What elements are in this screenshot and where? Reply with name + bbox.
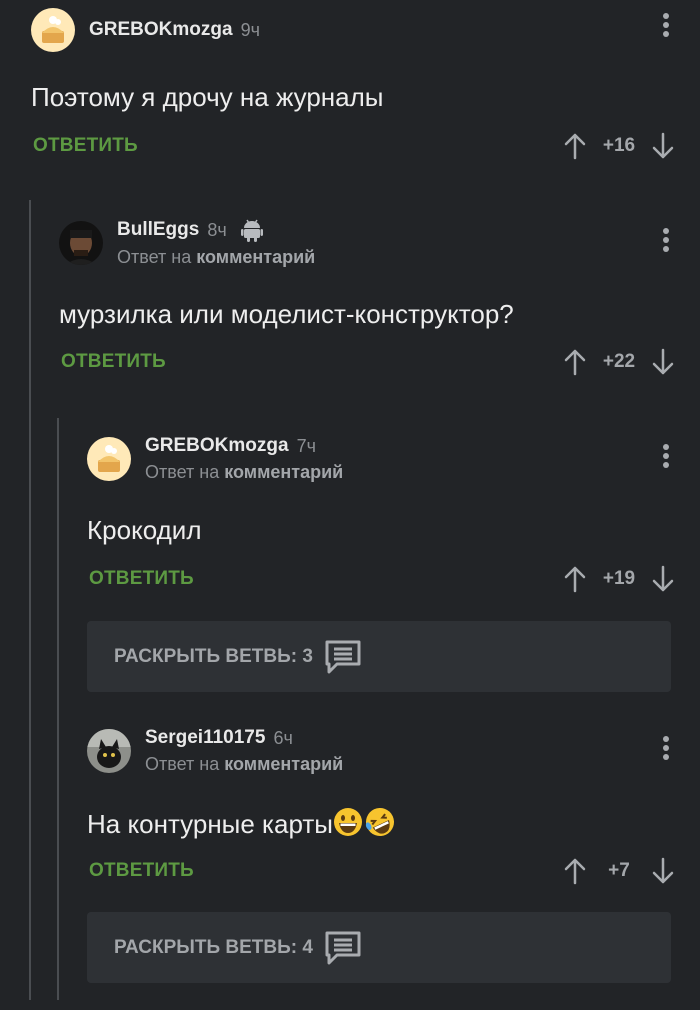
- comment-time: 9ч: [240, 19, 260, 40]
- avatar[interactable]: [87, 437, 131, 481]
- expand-branch-button[interactable]: РАСКРЫТЬ ВЕТВЬ: 3: [87, 621, 671, 692]
- android-icon: [240, 218, 263, 242]
- arrow-down-icon[interactable]: [652, 348, 674, 376]
- score: +16: [602, 135, 636, 156]
- comment-header: BullEggs 8ч Ответ на комментарий: [59, 213, 315, 273]
- comment-text: На контурные карты: [87, 809, 333, 839]
- arrow-down-icon[interactable]: [652, 565, 674, 593]
- thread-line-level-1: [29, 200, 31, 1000]
- reply-button[interactable]: ОТВЕТИТЬ: [89, 860, 194, 882]
- comment-header: GREBOKmozga 7ч Ответ на комментарий: [87, 429, 343, 489]
- arrow-up-icon[interactable]: [564, 132, 586, 160]
- comment-time: 6ч: [273, 727, 293, 748]
- comment-time: 7ч: [296, 435, 316, 456]
- reply-to-link[interactable]: комментарий: [224, 462, 343, 482]
- reply-to-info: Ответ на комментарий: [145, 754, 343, 775]
- more-vertical-icon[interactable]: [662, 13, 670, 37]
- vote-controls: +22: [564, 348, 674, 376]
- username[interactable]: GREBOKmozga: [145, 435, 289, 457]
- username[interactable]: GREBOKmozga: [89, 19, 233, 41]
- reply-to-link[interactable]: комментарий: [196, 247, 315, 267]
- expand-branch-label: РАСКРЫТЬ ВЕТВЬ: 3: [114, 645, 313, 667]
- reply-to-prefix: Ответ на: [117, 247, 192, 267]
- comment-text: Поэтому я дрочу на журналы: [31, 82, 384, 112]
- comment-text-row: На контурные карты: [87, 807, 397, 844]
- arrow-up-icon[interactable]: [564, 565, 586, 593]
- reply-to-info: Ответ на комментарий: [117, 247, 315, 268]
- comment-time: 8ч: [207, 219, 227, 240]
- arrow-up-icon[interactable]: [564, 348, 586, 376]
- comment-actions: ОТВЕТИТЬ +19: [89, 559, 700, 599]
- arrow-up-icon[interactable]: [564, 857, 586, 885]
- username[interactable]: BullEggs: [117, 219, 199, 241]
- comment-actions: ОТВЕТИТЬ +22: [61, 342, 700, 382]
- comment-header: GREBOKmozga 9ч: [31, 0, 260, 60]
- arrow-down-icon[interactable]: [652, 132, 674, 160]
- rolling-on-floor-laughing-emoji: [363, 807, 397, 844]
- more-vertical-icon[interactable]: [662, 444, 670, 468]
- arrow-down-icon[interactable]: [652, 857, 674, 885]
- reply-to-prefix: Ответ на: [145, 462, 220, 482]
- grinning-face-emoji: [333, 807, 363, 844]
- score: +19: [602, 568, 636, 589]
- score: +22: [602, 351, 636, 372]
- comments-icon: [325, 640, 361, 674]
- reply-button[interactable]: ОТВЕТИТЬ: [61, 351, 166, 373]
- vote-controls: +7: [564, 857, 674, 885]
- avatar[interactable]: [59, 221, 103, 265]
- avatar[interactable]: [31, 8, 75, 52]
- more-vertical-icon[interactable]: [662, 736, 670, 760]
- reply-to-info: Ответ на комментарий: [145, 462, 343, 483]
- thread-line-level-2: [57, 418, 59, 1000]
- expand-branch-button[interactable]: РАСКРЫТЬ ВЕТВЬ: 4: [87, 912, 671, 983]
- score: +7: [608, 860, 630, 881]
- comment-actions: ОТВЕТИТЬ +7: [89, 851, 700, 891]
- comment-text: Крокодил: [87, 515, 202, 545]
- comments-icon: [325, 931, 361, 965]
- comment-header: Sergei110175 6ч Ответ на комментарий: [87, 721, 343, 781]
- expand-branch-label: РАСКРЫТЬ ВЕТВЬ: 4: [114, 936, 313, 958]
- username[interactable]: Sergei110175: [145, 727, 265, 749]
- reply-to-prefix: Ответ на: [145, 754, 220, 774]
- reply-button[interactable]: ОТВЕТИТЬ: [33, 135, 138, 157]
- comment-text: мурзилка или моделист-конструктор?: [59, 299, 514, 329]
- avatar[interactable]: [87, 729, 131, 773]
- reply-button[interactable]: ОТВЕТИТЬ: [89, 568, 194, 590]
- comment-actions: ОТВЕТИТЬ +16: [33, 126, 700, 166]
- vote-controls: +19: [564, 565, 674, 593]
- vote-controls: +16: [564, 132, 674, 160]
- more-vertical-icon[interactable]: [662, 228, 670, 252]
- reply-to-link[interactable]: комментарий: [224, 754, 343, 774]
